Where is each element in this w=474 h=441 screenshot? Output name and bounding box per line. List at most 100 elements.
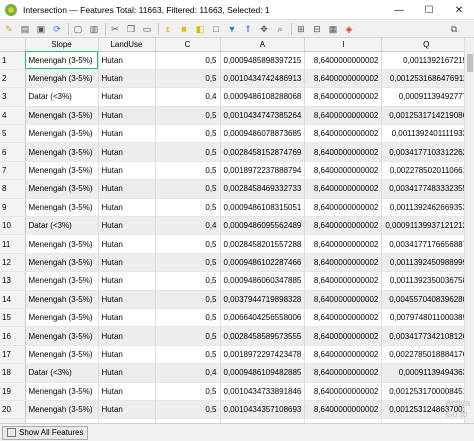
scrollbar-thumb[interactable] xyxy=(467,54,473,72)
row-number-cell[interactable]: 13 xyxy=(0,271,26,291)
table-cell[interactable]: Hutan xyxy=(98,290,156,309)
table-cell[interactable]: Datar (<3%) xyxy=(25,363,99,383)
delete-icon[interactable]: ▥ xyxy=(88,23,100,35)
delete-field-icon[interactable]: ⊟ xyxy=(311,23,323,35)
table-cell[interactable]: 0,5 xyxy=(155,290,221,309)
table-cell[interactable]: Menengah (3-5%) xyxy=(25,290,99,309)
row-number-cell[interactable]: 15 xyxy=(0,308,26,328)
multi-edit-icon[interactable]: ▤ xyxy=(19,23,31,35)
table-cell[interactable]: 0,0009486060347885 xyxy=(220,271,306,291)
column-header-a[interactable]: A xyxy=(220,38,306,52)
table-cell[interactable]: 0,5 xyxy=(155,382,221,401)
table-row[interactable]: 2 Menengah (3-5%) Hutan 0,5 0,00104347424869… xyxy=(0,69,472,89)
table-cell[interactable]: 0,4 xyxy=(155,87,221,107)
table-cell[interactable]: 8,6400000000002 xyxy=(304,234,383,254)
table-cell[interactable]: 0,5 xyxy=(155,179,221,199)
table-cell[interactable]: 0,0009486102287466 xyxy=(220,253,306,273)
table-cell[interactable]: Menengah (3-5%) xyxy=(25,308,99,328)
table-row[interactable]: 12 Menengah (3-5%) Hutan 0,5 0,0009486102287… xyxy=(0,253,472,273)
table-row[interactable]: 11 Menengah (3-5%) Hutan 0,5 0,0028458201557… xyxy=(0,234,472,254)
table-cell[interactable]: 0,5 xyxy=(155,345,221,365)
table-cell[interactable]: 0,0009486095562489 xyxy=(220,216,306,236)
table-row[interactable]: 13 Menengah (3-5%) Hutan 0,5 0,0009486060347… xyxy=(0,271,472,291)
table-cell[interactable]: Menengah (3-5%) xyxy=(25,161,99,181)
vertical-scrollbar[interactable] xyxy=(464,38,474,423)
select-all-icon[interactable]: ■ xyxy=(178,23,190,35)
table-cell[interactable]: 0,0009486109482885 xyxy=(220,363,306,383)
dock-icon[interactable]: ⧉ xyxy=(448,23,460,35)
table-cell[interactable]: Menengah (3-5%) xyxy=(25,106,99,126)
table-row[interactable]: 20 Menengah (3-5%) Hutan 0,5 0,0010434357108… xyxy=(0,400,472,420)
table-cell[interactable]: 8,6400000000002 xyxy=(304,363,383,383)
row-number-cell[interactable]: 12 xyxy=(0,253,26,273)
table-cell[interactable]: Menengah (3-5%) xyxy=(25,124,99,144)
row-number-cell[interactable]: 17 xyxy=(0,345,26,365)
table-row[interactable]: 4 Menengah (3-5%) Hutan 0,5 0,00104347473852… xyxy=(0,106,472,126)
table-cell[interactable]: 0,0010434742486913 xyxy=(220,69,306,89)
row-number-cell[interactable]: 19 xyxy=(0,382,26,401)
row-number-cell[interactable]: 16 xyxy=(0,326,26,346)
table-cell[interactable]: Hutan xyxy=(98,234,156,254)
deselect-icon[interactable]: □ xyxy=(210,23,222,35)
column-header-q[interactable]: Q xyxy=(381,38,472,52)
table-cell[interactable]: Hutan xyxy=(98,69,156,89)
table-row[interactable]: 1 Menengah (3-5%) Hutan 0,5 0,00094858983972… xyxy=(0,51,472,70)
paste-icon[interactable]: ▭ xyxy=(141,23,153,35)
column-header-slope[interactable]: Slope xyxy=(25,38,99,52)
row-number-cell[interactable]: 7 xyxy=(0,161,26,181)
table-cell[interactable]: Menengah (3-5%) xyxy=(25,179,99,199)
table-cell[interactable]: Hutan xyxy=(98,216,156,236)
zoom-icon[interactable]: ⌕ xyxy=(274,23,286,35)
row-number-cell[interactable]: 5 xyxy=(0,124,26,144)
table-cell[interactable]: Menengah (3-5%) xyxy=(25,400,99,420)
pencil-icon[interactable]: ✎ xyxy=(3,23,15,35)
table-cell[interactable]: 0,0037944719898328 xyxy=(220,290,306,309)
filter-icon[interactable]: ▼ xyxy=(226,23,238,35)
table-cell[interactable]: Menengah (3-5%) xyxy=(25,198,99,218)
row-number-cell[interactable]: 1 xyxy=(0,51,26,70)
table-row[interactable]: 5 Menengah (3-5%) Hutan 0,5 0,00094860788736… xyxy=(0,124,472,144)
table-cell[interactable]: 8,6400000000002 xyxy=(304,216,383,236)
column-header-landuse[interactable]: LandUse xyxy=(98,38,156,52)
table-cell[interactable]: Hutan xyxy=(98,308,156,328)
row-number-cell[interactable]: 11 xyxy=(0,234,26,254)
table-cell[interactable]: 0,0018972237888794 xyxy=(220,161,306,181)
table-cell[interactable]: 0,0009486108315051 xyxy=(220,198,306,218)
table-cell[interactable]: 0,5 xyxy=(155,198,221,218)
table-cell[interactable]: 0,0011392401111933 xyxy=(381,124,472,144)
table-cell[interactable]: Datar (<3%) xyxy=(25,87,99,107)
table-cell[interactable]: 0,4 xyxy=(155,363,221,383)
table-cell[interactable]: Menengah (3-5%) xyxy=(25,345,99,365)
table-cell[interactable]: 0,0009486078873685 xyxy=(220,124,306,144)
row-number-cell[interactable]: 2 xyxy=(0,69,26,89)
table-cell[interactable]: 8,6400000000002 xyxy=(304,142,383,162)
table-cell[interactable]: 0,00091139937121212 xyxy=(381,216,472,236)
table-cell[interactable]: 0,5 xyxy=(155,124,221,144)
column-header-i[interactable]: I xyxy=(304,38,383,52)
reload-icon[interactable]: ⟳ xyxy=(51,23,63,35)
table-cell[interactable]: Menengah (3-5%) xyxy=(25,253,99,273)
table-row[interactable]: 8 Menengah (3-5%) Hutan 0,5 0,00284584693327… xyxy=(0,179,472,199)
table-cell[interactable]: 0,0011392167215 xyxy=(381,51,472,70)
table-cell[interactable]: 0,5 xyxy=(155,51,221,70)
table-cell[interactable]: Hutan xyxy=(98,142,156,162)
row-number-cell[interactable]: 18 xyxy=(0,363,26,383)
table-cell[interactable]: Menengah (3-5%) xyxy=(25,271,99,291)
table-cell[interactable]: Hutan xyxy=(98,382,156,401)
table-row[interactable]: 9 Menengah (3-5%) Hutan 0,5 0,00094861083150… xyxy=(0,198,472,218)
table-cell[interactable]: 0,0034177176656887 xyxy=(381,234,472,254)
table-row[interactable]: 16 Menengah (3-5%) Hutan 0,5 0,0028458589573… xyxy=(0,326,472,346)
table-cell[interactable]: 8,6400000000002 xyxy=(304,124,383,144)
move-to-top-icon[interactable]: ⇑ xyxy=(242,23,254,35)
table-cell[interactable]: 0,0011392350036758 xyxy=(381,271,472,291)
row-number-cell[interactable]: 20 xyxy=(0,400,26,420)
save-icon[interactable]: ▣ xyxy=(35,23,47,35)
table-cell[interactable]: Hutan xyxy=(98,87,156,107)
table-cell[interactable]: 0,0009485898397215 xyxy=(220,51,306,70)
calculator-icon[interactable]: ▦ xyxy=(327,23,339,35)
table-row[interactable]: 3 Datar (<3%) Hutan 0,4 0,0009486108288068 8,… xyxy=(0,87,472,107)
table-cell[interactable]: Hutan xyxy=(98,400,156,420)
table-cell[interactable]: 0,0028458201557288 xyxy=(220,234,306,254)
table-cell[interactable]: Hutan xyxy=(98,271,156,291)
table-row[interactable]: 18 Datar (<3%) Hutan 0,4 0,0009486109482885 8… xyxy=(0,363,472,383)
